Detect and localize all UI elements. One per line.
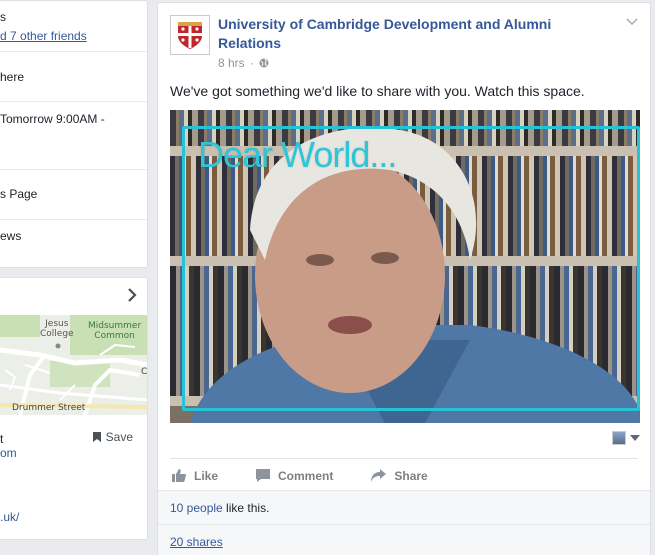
page-row[interactable]: s Page xyxy=(0,169,147,219)
share-icon xyxy=(371,469,387,482)
map-info-om[interactable]: om xyxy=(0,446,17,460)
chevron-right-icon[interactable] xyxy=(127,288,137,307)
map[interactable]: Jesus College Midsummer Common Drummer S… xyxy=(0,315,148,415)
video-thumbnail[interactable]: Dear World... xyxy=(170,110,640,423)
save-label: Save xyxy=(105,430,133,444)
comment-button[interactable]: Comment xyxy=(256,469,333,483)
shares-link[interactable]: 20 shares xyxy=(170,535,223,549)
like-label: Like xyxy=(194,468,219,483)
event-text: Tomorrow 9:00AM - xyxy=(0,112,105,126)
comment-label: Comment xyxy=(278,468,334,483)
comment-icon xyxy=(256,469,271,482)
left-info-card: s d 7 other friends here Tomorrow 9:00AM… xyxy=(0,0,148,268)
news-text: ews xyxy=(0,229,22,243)
page-avatar[interactable] xyxy=(170,15,210,55)
save-button[interactable]: Save xyxy=(92,430,133,444)
thumbs-up-icon xyxy=(172,469,186,482)
shares-summary: 20 shares xyxy=(158,524,650,555)
share-button[interactable]: Share xyxy=(371,468,428,483)
map-label-drummer-street: Drummer Street xyxy=(12,403,86,413)
here-text: here xyxy=(0,70,25,84)
media-title: Dear World... xyxy=(198,134,397,175)
event-row[interactable]: Tomorrow 9:00AM - xyxy=(0,101,147,169)
friends-link[interactable]: d 7 other friends xyxy=(0,29,87,43)
likes-suffix: like this. xyxy=(222,501,270,515)
likes-summary: 10 people like this. xyxy=(158,490,650,524)
news-feed-post: University of Cambridge Development and … xyxy=(157,2,651,555)
post-time[interactable]: 8 hrs xyxy=(218,56,245,70)
bookmark-icon xyxy=(92,432,101,442)
location-card: Jesus College Midsummer Common Drummer S… xyxy=(0,277,148,540)
likes-link[interactable]: 10 people xyxy=(170,501,223,515)
page-text: s Page xyxy=(0,187,38,201)
map-label-midsummer-common: Midsummer Common xyxy=(88,321,142,341)
globe-icon xyxy=(259,58,269,68)
caret-down-icon[interactable] xyxy=(630,435,640,441)
like-button[interactable]: Like xyxy=(172,469,218,483)
map-info-t: t xyxy=(0,432,4,446)
media-tools[interactable] xyxy=(612,431,640,445)
cambridge-crest-icon xyxy=(178,22,202,49)
map-label-jesus-college: Jesus College xyxy=(40,319,74,339)
post-meta: 8 hrs · xyxy=(218,56,269,70)
thumbnail-icon[interactable] xyxy=(612,431,626,445)
post-message: We've got something we'd like to share w… xyxy=(170,83,585,99)
friends-row: s d 7 other friends xyxy=(0,1,147,51)
post-actions: Like Comment Share xyxy=(170,458,638,492)
post-options-chevron-icon[interactable] xyxy=(626,13,638,29)
share-label: Share xyxy=(394,468,428,483)
map-label-edge: C xyxy=(141,367,148,377)
website-link[interactable]: .uk/ xyxy=(0,510,19,524)
news-row[interactable]: ews xyxy=(0,219,147,267)
page-name-link[interactable]: University of Cambridge Development and … xyxy=(218,15,598,53)
friends-text: s xyxy=(0,10,6,24)
here-row[interactable]: here xyxy=(0,51,147,101)
